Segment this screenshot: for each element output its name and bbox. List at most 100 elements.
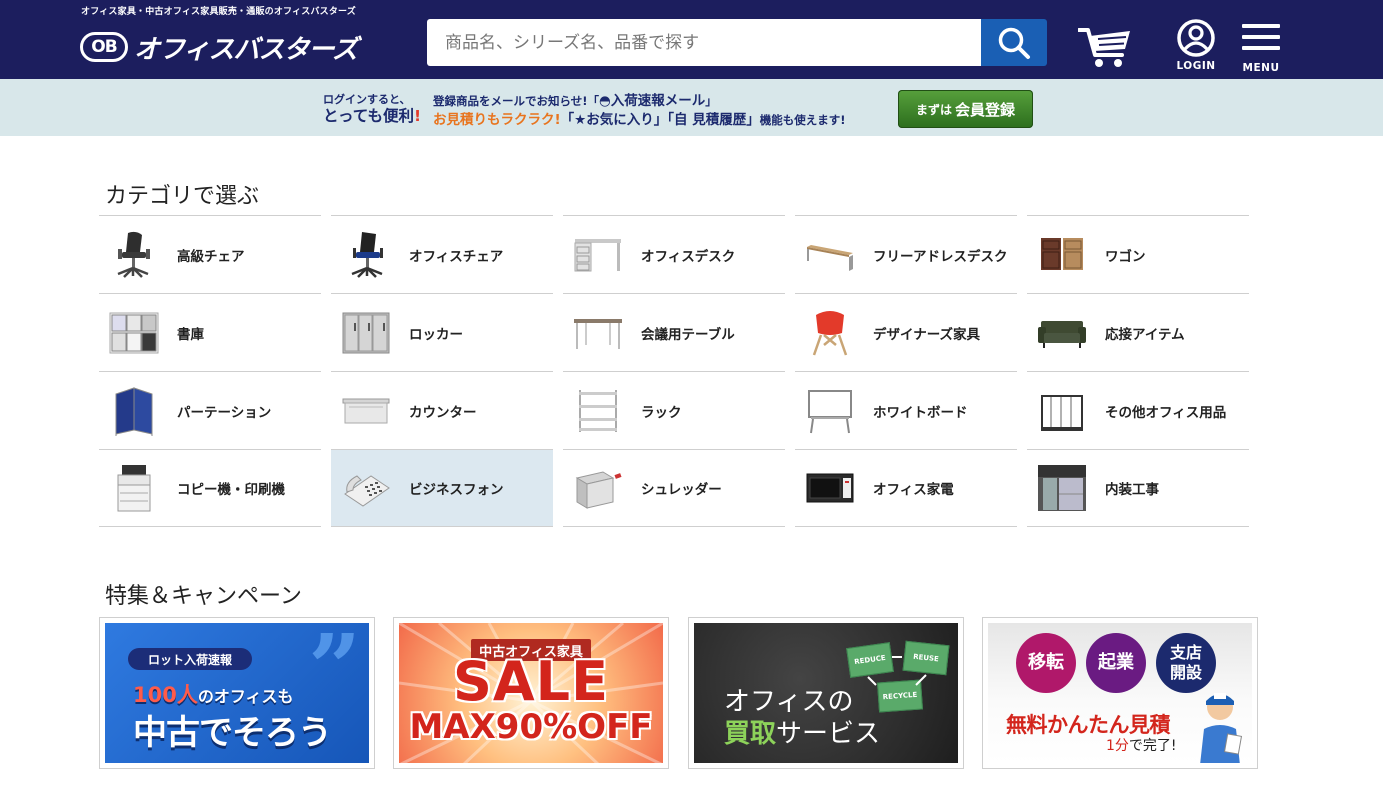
category-other-supplies[interactable]: その他オフィス用品 — [1027, 371, 1249, 449]
category-label: オフィスチェア — [409, 248, 504, 265]
promo-left-line1: ログインすると、 — [323, 93, 411, 106]
campaign-section-title: 特集＆キャンペーン — [105, 584, 302, 609]
locker-icon — [341, 308, 391, 358]
menu-label: MENU — [1242, 62, 1280, 74]
designer-chair-icon — [805, 308, 855, 358]
category-rack[interactable]: ラック — [563, 371, 785, 449]
rack-icon — [573, 386, 623, 436]
sofa-icon — [1037, 308, 1087, 358]
login-button[interactable]: LOGIN — [1172, 18, 1220, 72]
category-copier[interactable]: コピー機・印刷機 — [99, 449, 321, 527]
office-desk-icon — [573, 230, 623, 280]
banner-buyback-line2: 買取サービス — [724, 713, 880, 750]
category-label: フリーアドレスデスク — [873, 248, 1008, 265]
interior-work-icon — [1037, 463, 1087, 513]
category-label: 高級チェア — [177, 248, 245, 265]
banner-lot-arrival-image: ” ロット入荷速報 100人のオフィスも 中古でそろう — [105, 623, 369, 763]
category-free-address-desk[interactable]: フリーアドレスデスク — [795, 215, 1017, 293]
cart-icon — [1077, 28, 1130, 67]
category-label: オフィスデスク — [641, 248, 736, 265]
promo-row1-suffix: 」 — [705, 94, 717, 108]
category-meeting-table[interactable]: 会議用テーブル — [563, 293, 785, 371]
search-icon — [998, 27, 1030, 59]
banner-lot-arrival[interactable]: ” ロット入荷速報 100人のオフィスも 中古でそろう — [99, 617, 375, 769]
meeting-table-icon — [573, 308, 623, 358]
category-section-title: カテゴリで選ぶ — [105, 184, 260, 209]
category-label: 内装工事 — [1105, 482, 1159, 498]
category-office-appliances[interactable]: オフィス家電 — [795, 449, 1017, 527]
category-reception-items[interactable]: 応接アイテム — [1027, 293, 1249, 371]
category-label: その他オフィス用品 — [1105, 404, 1227, 421]
site-logo[interactable]: OB オフィスバスターズ — [80, 30, 358, 65]
banner-estimate[interactable]: 移転 起業 支店開設 無料かんたん見積 1分で完了! — [982, 617, 1258, 769]
banner-sale-title: SALE — [453, 650, 609, 713]
category-office-desk[interactable]: オフィスデスク — [563, 215, 785, 293]
banner-buyback-highlight: 買取 — [724, 719, 777, 749]
category-whiteboard[interactable]: ホワイトボード — [795, 371, 1017, 449]
category-label: ロッカー — [409, 326, 463, 343]
promo-row2-history: 「自 見積履歴」 — [667, 112, 760, 128]
site-header: オフィス家具・中古オフィス家具販売・通販のオフィスバスターズ OB オフィスバス… — [0, 0, 1383, 79]
promo-row1-highlight: 入荷速報メール — [610, 93, 706, 109]
category-wagon[interactable]: ワゴン — [1027, 215, 1249, 293]
quote-mark-icon: ” — [308, 623, 361, 722]
menu-button[interactable]: MENU — [1238, 20, 1284, 74]
category-label: シュレッダー — [641, 482, 722, 498]
category-bookcase[interactable]: 書庫 — [99, 293, 321, 371]
category-executive-chair[interactable]: 高級チェア — [99, 215, 321, 293]
promo-row2-suffix: 機能も使えます! — [759, 113, 846, 127]
free-address-desk-icon — [805, 230, 855, 280]
business-phone-icon — [341, 463, 391, 513]
promo-row2: お見積りもラクラク!「★お気に入り」「自 見積履歴」機能も使えます! — [433, 110, 845, 130]
banner-sale-max: MAX90%OFF — [409, 707, 653, 747]
cart-button[interactable] — [1077, 25, 1132, 69]
category-label: ワゴン — [1105, 248, 1146, 265]
banner-buyback[interactable]: REDUCE REUSE RECYCLE オフィスの 買取サービス — [688, 617, 964, 769]
category-interior-work[interactable]: 内装工事 — [1027, 449, 1249, 527]
category-label: カウンター — [409, 404, 477, 421]
category-office-chair[interactable]: オフィスチェア — [331, 215, 553, 293]
site-tagline: オフィス家具・中古オフィス家具販売・通販のオフィスバスターズ — [81, 7, 357, 17]
whiteboard-icon — [805, 386, 855, 436]
category-label: デザイナーズ家具 — [873, 326, 981, 343]
register-button-small: まずは — [915, 102, 952, 117]
promo-row2-estimate: お見積りもラクラク! — [433, 112, 561, 128]
executive-chair-icon — [109, 230, 159, 280]
category-shredder[interactable]: シュレッダー — [563, 449, 785, 527]
promo-row1-prefix: 登録商品をメールでお知らせ!「 — [433, 94, 600, 108]
banner-circle-relocation: 移転 — [1016, 633, 1076, 693]
category-business-phone[interactable]: ビジネスフォン — [331, 449, 553, 527]
promo-left-line2-mark: ! — [414, 107, 422, 125]
hamburger-icon — [1242, 24, 1280, 50]
banner-lot-line2: 中古でそろう — [133, 713, 332, 753]
promo-row1: 登録商品をメールでお知らせ!「◓入荷速報メール」 — [433, 93, 845, 109]
banner-sale-image: 中古オフィス家具 SALE MAX90%OFF — [399, 623, 663, 763]
banner-sale[interactable]: 中古オフィス家具 SALE MAX90%OFF — [393, 617, 669, 769]
mascot-icon — [1200, 693, 1243, 763]
banner-circle-branch: 支店開設 — [1156, 633, 1216, 693]
banner-buyback-image: REDUCE REUSE RECYCLE オフィスの 買取サービス — [694, 623, 958, 763]
banner-circle-startup: 起業 — [1086, 633, 1146, 693]
banner-buyback-rest: サービス — [776, 719, 881, 749]
copier-icon — [109, 463, 159, 513]
shredder-icon — [573, 463, 623, 513]
login-label: LOGIN — [1176, 60, 1216, 72]
search-input[interactable] — [427, 19, 982, 66]
category-partition[interactable]: パーテーション — [99, 371, 321, 449]
promo-left-line2-text: とっても便利 — [323, 107, 414, 125]
logo-mark: OB — [80, 32, 128, 62]
register-button[interactable]: まずは 会員登録 — [898, 90, 1033, 128]
category-locker[interactable]: ロッカー — [331, 293, 553, 371]
category-counter[interactable]: カウンター — [331, 371, 553, 449]
category-label: ラック — [641, 404, 682, 421]
partition-icon — [109, 386, 159, 436]
umbrella-stand-icon — [1037, 386, 1087, 436]
bookcase-icon — [109, 308, 159, 358]
wagon-icon — [1037, 230, 1087, 280]
promo-left-line2: とっても便利! — [323, 107, 433, 125]
microwave-icon — [805, 463, 855, 513]
search-button[interactable] — [981, 19, 1047, 66]
category-label: ビジネスフォン — [409, 482, 504, 498]
category-designer-furniture[interactable]: デザイナーズ家具 — [795, 293, 1017, 371]
category-label: 応接アイテム — [1105, 326, 1185, 343]
